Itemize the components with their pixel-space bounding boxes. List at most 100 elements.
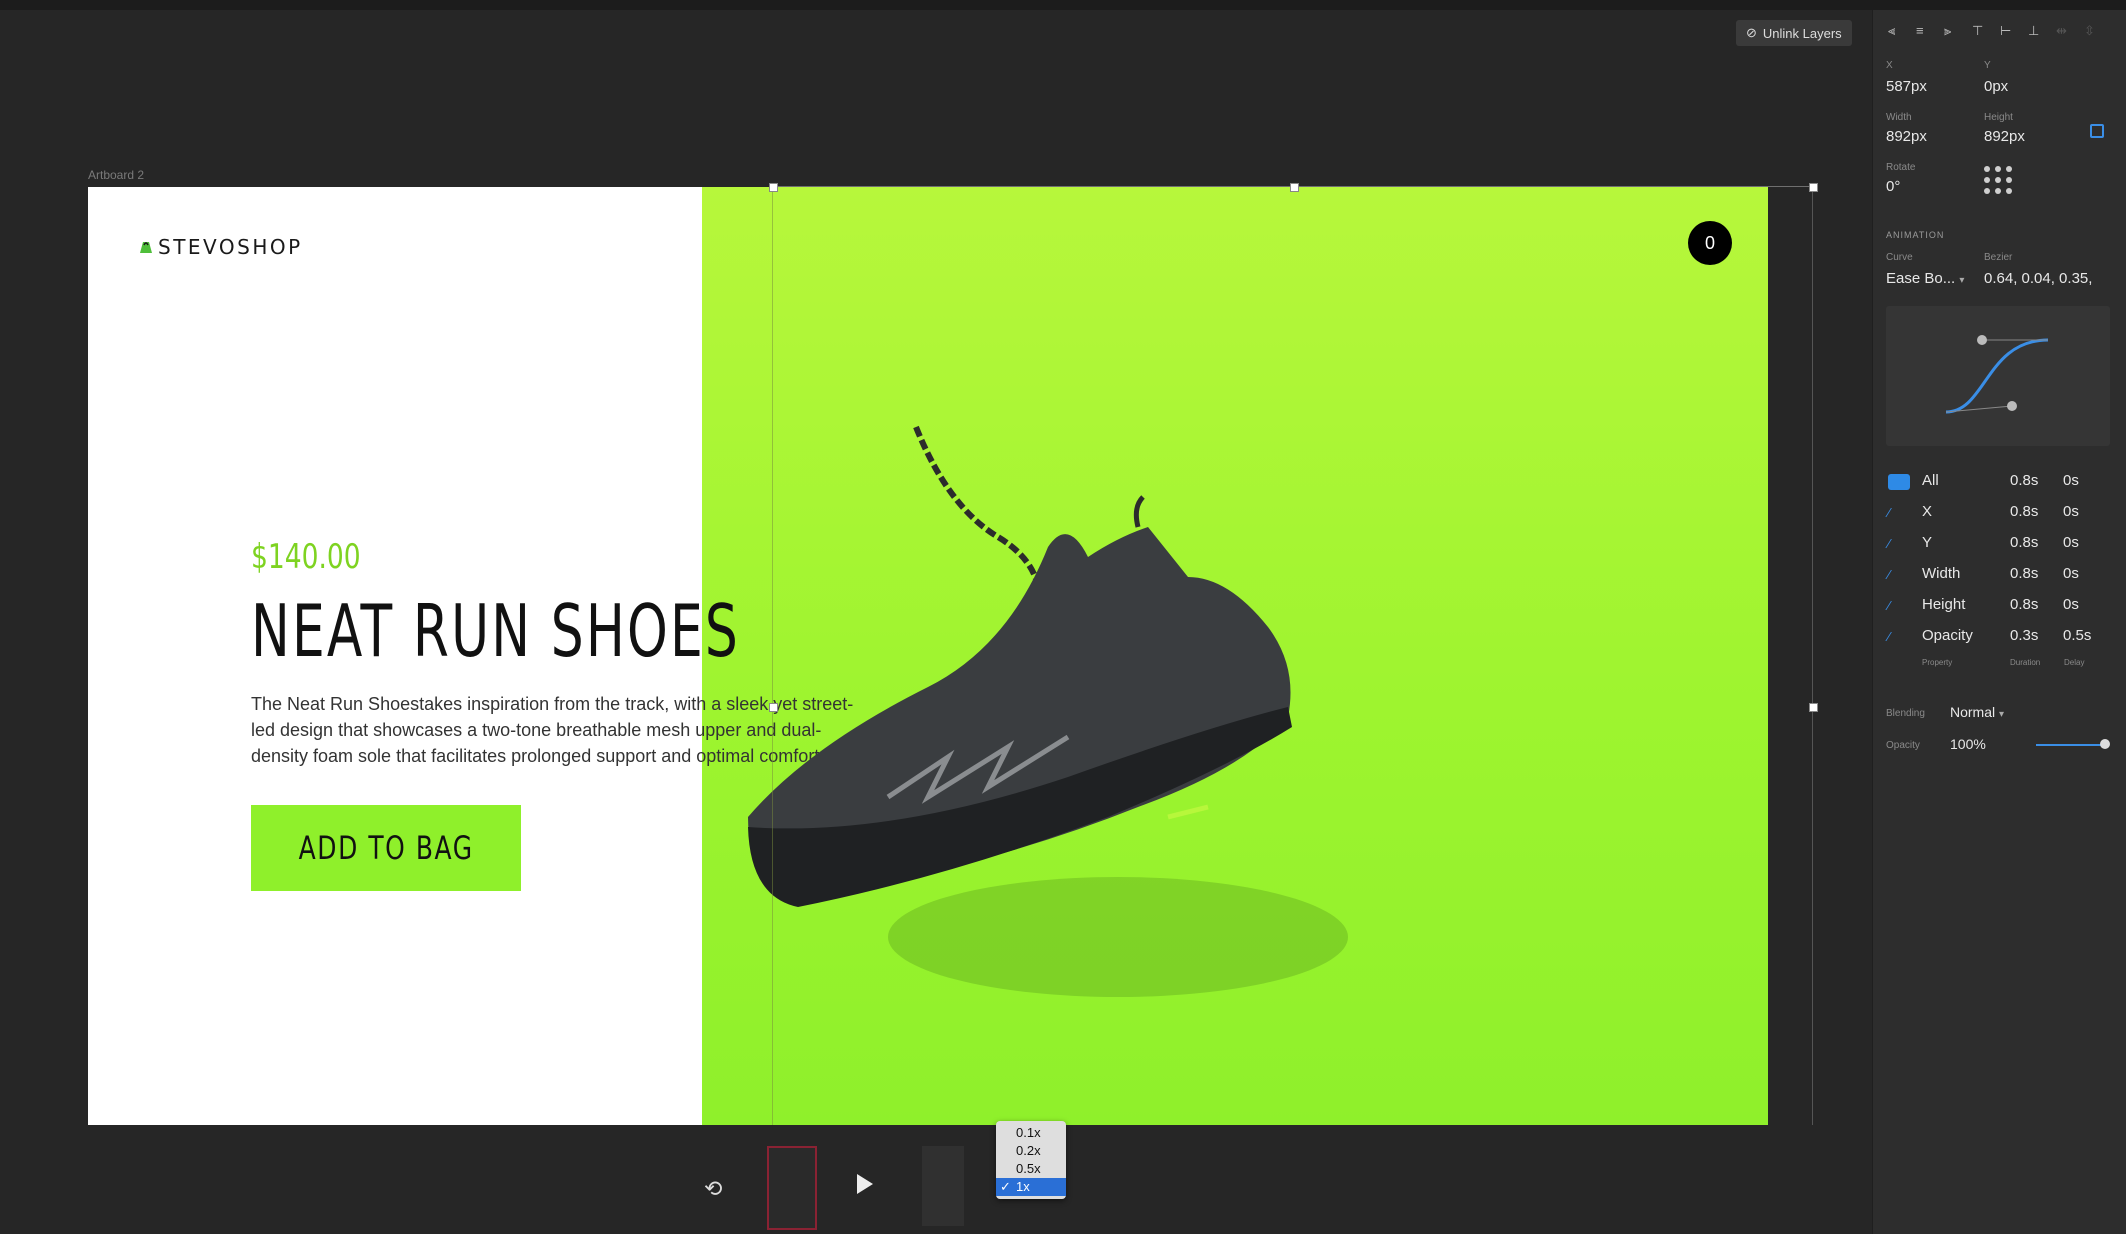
loop-icon[interactable]: ⟲ bbox=[704, 1176, 722, 1202]
animation-section-title: ANIMATION bbox=[1886, 230, 1945, 240]
bag-logo-icon bbox=[140, 242, 152, 253]
align-top-icon[interactable]: ⊤ bbox=[1972, 24, 1988, 38]
shoe-image bbox=[748, 425, 1348, 997]
width-label: Width bbox=[1886, 112, 1912, 123]
resize-handle-top-center[interactable] bbox=[1290, 183, 1299, 192]
curve-icon[interactable]: ⁄ bbox=[1888, 505, 1910, 521]
property-delay[interactable]: 0.5s bbox=[2063, 627, 2091, 644]
opacity-slider-knob[interactable] bbox=[2100, 739, 2110, 749]
bezier-curve-editor[interactable] bbox=[1886, 306, 2110, 446]
timeline-frame[interactable] bbox=[767, 1146, 817, 1230]
cart-count-badge[interactable]: 0 bbox=[1688, 221, 1732, 265]
curve-icon[interactable]: ⁄ bbox=[1888, 629, 1910, 645]
align-center-icon[interactable]: ≡ bbox=[1916, 24, 1932, 38]
unlink-icon: ⊘ bbox=[1746, 25, 1757, 40]
property-duration[interactable]: 0.3s bbox=[2010, 627, 2038, 644]
align-toolbar: ⫷ ≡ ⫸ ⊤ ⊢ ⊥ ⇹ ⇳ bbox=[1888, 24, 2100, 38]
col-property-label: Property bbox=[1922, 658, 1953, 667]
artboard-label[interactable]: Artboard 2 bbox=[88, 168, 144, 182]
y-field[interactable]: 0px bbox=[1984, 78, 2008, 95]
bezier-curve-graph bbox=[1945, 335, 2049, 414]
artboard[interactable]: STEVOSHOP 0 $140.00 NEAT RUN SHOES The N… bbox=[88, 187, 1768, 1125]
resize-handle-left-middle[interactable] bbox=[769, 703, 778, 712]
unlink-layers-label: Unlink Layers bbox=[1762, 25, 1842, 41]
logo[interactable]: STEVOSHOP bbox=[138, 235, 303, 259]
resize-handle-top-left[interactable] bbox=[769, 183, 778, 192]
align-middle-icon[interactable]: ⊢ bbox=[2000, 24, 2016, 38]
anim-property-row[interactable]: All 0.8s 0s bbox=[1888, 472, 2112, 494]
anim-property-row[interactable]: ⁄ Width 0.8s 0s bbox=[1888, 565, 2112, 587]
curve-label: Curve bbox=[1886, 252, 1913, 263]
property-duration[interactable]: 0.8s bbox=[2010, 472, 2038, 489]
anim-property-row[interactable]: ⁄ Height 0.8s 0s bbox=[1888, 596, 2112, 618]
property-name: Width bbox=[1922, 565, 1961, 582]
check-icon: ✓ bbox=[1000, 1179, 1011, 1194]
property-delay[interactable]: 0s bbox=[2063, 472, 2079, 489]
x-label: X bbox=[1886, 60, 1893, 71]
curve-icon[interactable]: ⁄ bbox=[1888, 598, 1910, 614]
rotate-label: Rotate bbox=[1886, 162, 1916, 173]
x-field[interactable]: 587px bbox=[1886, 78, 1927, 95]
rotate-field[interactable]: 0° bbox=[1886, 178, 1900, 195]
col-delay-label: Delay bbox=[2064, 658, 2085, 667]
property-delay[interactable]: 0s bbox=[2063, 565, 2079, 582]
transform-origin-grid-icon[interactable] bbox=[1982, 164, 2014, 196]
resize-handle-top-right[interactable] bbox=[1809, 183, 1818, 192]
align-left-icon[interactable]: ⫷ bbox=[1888, 24, 1904, 38]
y-label: Y bbox=[1984, 60, 1991, 71]
opacity-field[interactable]: 100% bbox=[1950, 736, 1986, 752]
blending-select[interactable]: Normal ▾ bbox=[1950, 704, 2004, 720]
speed-option[interactable]: 0.1x bbox=[996, 1124, 1066, 1142]
opacity-label: Opacity bbox=[1886, 740, 1920, 751]
property-delay[interactable]: 0s bbox=[2063, 534, 2079, 551]
anim-property-row[interactable]: ⁄ X 0.8s 0s bbox=[1888, 503, 2112, 525]
align-right-icon[interactable]: ⫸ bbox=[1944, 24, 1960, 38]
width-field[interactable]: 892px bbox=[1886, 128, 1927, 145]
property-name: Height bbox=[1922, 596, 1966, 613]
product-title: NEAT RUN SHOES bbox=[251, 589, 740, 673]
property-name: X bbox=[1922, 503, 1933, 520]
anim-property-row[interactable]: ⁄ Opacity 0.3s 0.5s bbox=[1888, 627, 2112, 649]
add-to-bag-button[interactable]: ADD TO BAG bbox=[251, 805, 521, 891]
align-bottom-icon[interactable]: ⊥ bbox=[2028, 24, 2044, 38]
speed-option-selected[interactable]: ✓ 1x bbox=[996, 1178, 1066, 1196]
curve-icon[interactable]: ⁄ bbox=[1888, 536, 1910, 552]
add-to-bag-label: ADD TO BAG bbox=[298, 829, 474, 867]
bezier-handle[interactable] bbox=[1977, 335, 1987, 345]
lock-aspect-icon[interactable] bbox=[2090, 124, 2104, 138]
product-price: $140.00 bbox=[251, 537, 361, 577]
curve-icon[interactable]: ⁄ bbox=[1888, 567, 1910, 583]
distribute-horizontal-icon[interactable]: ⇹ bbox=[2056, 24, 2072, 38]
top-bar bbox=[0, 0, 2126, 10]
curve-select[interactable]: Ease Bo... ▾ bbox=[1886, 270, 1964, 287]
playback-speed-menu[interactable]: 0.1x 0.2x 0.5x ✓ 1x bbox=[996, 1121, 1066, 1199]
property-duration[interactable]: 0.8s bbox=[2010, 565, 2038, 582]
property-name: All bbox=[1922, 472, 1939, 489]
speed-option[interactable]: 0.5x bbox=[996, 1160, 1066, 1178]
speed-option[interactable]: 0.2x bbox=[996, 1142, 1066, 1160]
bezier-label: Bezier bbox=[1984, 252, 2013, 263]
opacity-slider-track[interactable] bbox=[2036, 744, 2106, 746]
logo-text: STEVOSHOP bbox=[158, 235, 303, 259]
height-field[interactable]: 892px bbox=[1984, 128, 2025, 145]
property-delay[interactable]: 0s bbox=[2063, 596, 2079, 613]
selection-right-edge bbox=[1812, 187, 1813, 1125]
bezier-field[interactable]: 0.64, 0.04, 0.35, bbox=[1984, 270, 2092, 287]
timeline-frame-end[interactable] bbox=[922, 1146, 964, 1226]
blending-value: Normal bbox=[1950, 704, 1996, 720]
play-icon[interactable] bbox=[857, 1174, 873, 1194]
property-delay[interactable]: 0s bbox=[2063, 503, 2079, 520]
property-duration[interactable]: 0.8s bbox=[2010, 596, 2038, 613]
speed-selected-label: 1x bbox=[1016, 1179, 1030, 1194]
blending-label: Blending bbox=[1886, 708, 1925, 719]
distribute-vertical-icon[interactable]: ⇳ bbox=[2084, 24, 2100, 38]
property-duration[interactable]: 0.8s bbox=[2010, 503, 2038, 520]
unlink-layers-button[interactable]: ⊘ Unlink Layers bbox=[1736, 20, 1852, 46]
property-duration[interactable]: 0.8s bbox=[2010, 534, 2038, 551]
bezier-handle[interactable] bbox=[2007, 401, 2017, 411]
resize-handle-right-middle[interactable] bbox=[1809, 703, 1818, 712]
checkbox-checked-icon[interactable] bbox=[1888, 474, 1910, 490]
height-label: Height bbox=[1984, 112, 2013, 123]
vertical-guide bbox=[772, 185, 773, 1125]
anim-property-row[interactable]: ⁄ Y 0.8s 0s bbox=[1888, 534, 2112, 556]
